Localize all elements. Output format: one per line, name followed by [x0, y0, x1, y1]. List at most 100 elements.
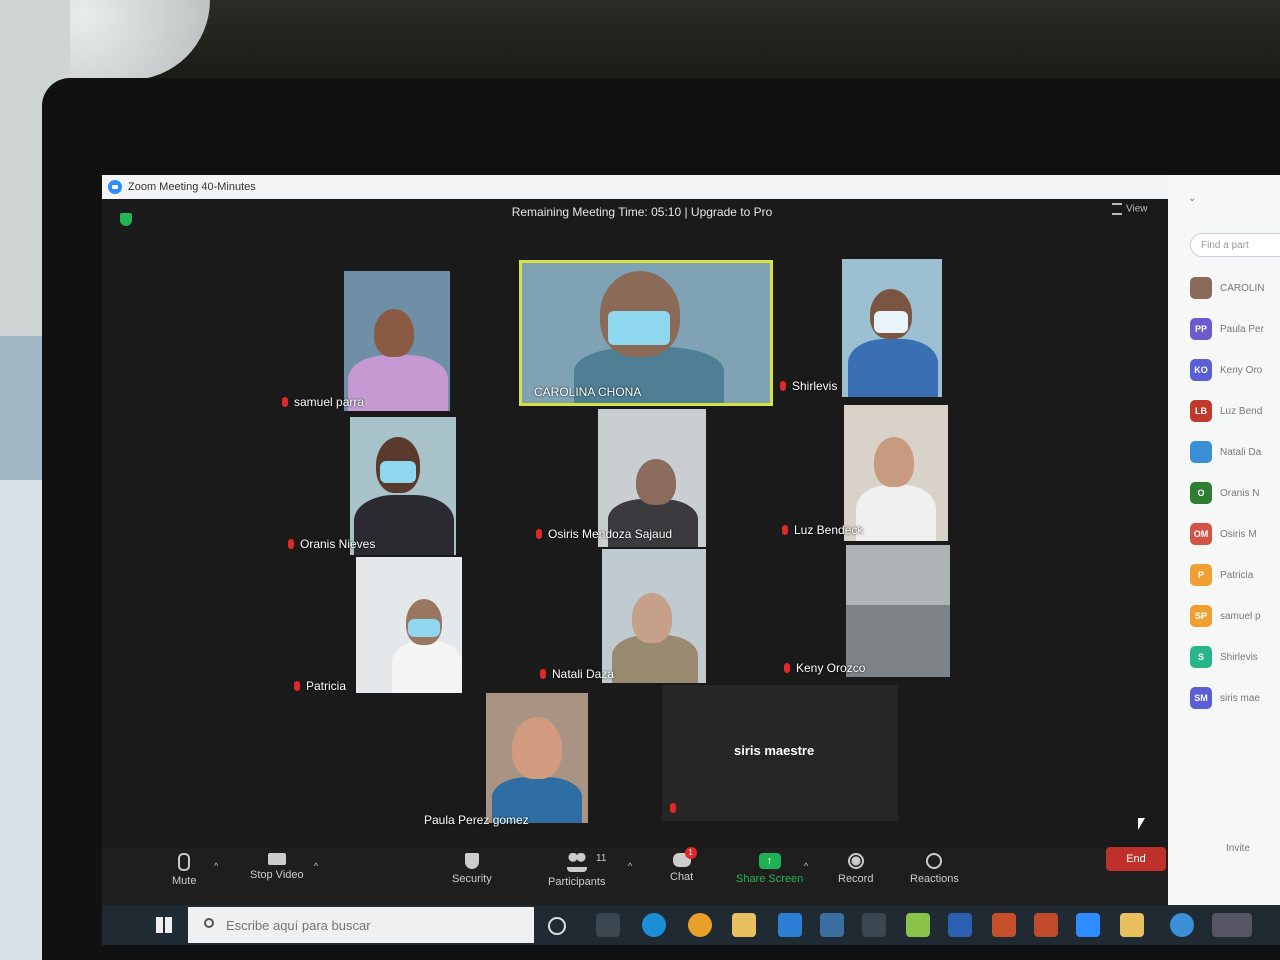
- task-view-icon[interactable]: [596, 913, 620, 937]
- grid-icon: [1112, 203, 1122, 215]
- participant-avatar: OM: [1190, 523, 1212, 545]
- participant-name: Oranis Nieves: [300, 537, 376, 551]
- participant-list-item[interactable]: OM Osiris M: [1190, 519, 1280, 549]
- microphone-icon: [178, 853, 191, 871]
- participant-list-item[interactable]: SP samuel p: [1190, 601, 1280, 631]
- edge-icon[interactable]: [642, 913, 666, 937]
- share-screen-button[interactable]: ↑ Share Screen: [736, 853, 803, 885]
- participant-avatar: PP: [1190, 318, 1212, 340]
- participants-label: Participants: [548, 876, 606, 888]
- tile-name: Keny Orozco: [784, 661, 865, 675]
- window-title: Zoom Meeting 40-Minutes: [128, 181, 256, 193]
- video-tile[interactable]: [844, 405, 948, 541]
- participant-list-item[interactable]: LB Luz Bend: [1190, 396, 1280, 426]
- participant-face: [512, 717, 562, 779]
- record-button[interactable]: Record: [838, 853, 873, 885]
- participant-body: [392, 641, 462, 693]
- participant-name: Keny Orozco: [796, 661, 866, 675]
- video-tile[interactable]: [344, 271, 450, 411]
- face-mask: [874, 311, 908, 333]
- mute-label: Mute: [172, 875, 197, 887]
- participants-panel: ⌄ Find a part CAROLIN PP Paula Per KO Keny O…: [1168, 175, 1280, 905]
- participant-list-item[interactable]: CAROLIN: [1190, 273, 1280, 303]
- participant-list-item[interactable]: O Oranis N: [1190, 478, 1280, 508]
- participant-list-name: Oranis N: [1220, 487, 1260, 499]
- security-label: Security: [452, 873, 492, 885]
- network-icon[interactable]: [1170, 913, 1194, 937]
- participant-list-item[interactable]: KO Keny Oro: [1190, 355, 1280, 385]
- windows-taskbar: [102, 905, 1280, 945]
- participant-face: [874, 437, 914, 487]
- tile-name: Natali Daza: [540, 667, 614, 681]
- participant-list-item[interactable]: S Shirlevis: [1190, 642, 1280, 672]
- face-mask: [608, 311, 670, 345]
- video-off-tile[interactable]: siris maestre: [662, 685, 898, 821]
- meeting-timer[interactable]: Remaining Meeting Time: 05:10 | Upgrade …: [402, 205, 882, 219]
- participant-avatar: LB: [1190, 400, 1212, 422]
- video-tile[interactable]: [356, 557, 462, 693]
- reactions-icon: [926, 853, 943, 869]
- app-icon[interactable]: [1034, 913, 1058, 937]
- windows-start-icon[interactable]: [156, 917, 172, 933]
- muted-mic-icon: [282, 397, 288, 407]
- active-speaker-tile[interactable]: CAROLINA CHONA: [519, 260, 773, 406]
- cortana-icon[interactable]: [548, 917, 566, 935]
- mouse-cursor-icon: [1138, 818, 1145, 830]
- tile-name: samuel parra: [282, 395, 364, 409]
- find-participant-input[interactable]: Find a part: [1190, 233, 1280, 257]
- app-icon[interactable]: [862, 913, 886, 937]
- word-icon[interactable]: [948, 913, 972, 937]
- video-tile[interactable]: [486, 693, 588, 823]
- participant-name: Paula Perez gomez: [424, 813, 529, 827]
- participant-list-item[interactable]: SM siris mae: [1190, 683, 1280, 713]
- end-meeting-button[interactable]: End: [1106, 847, 1166, 871]
- stop-video-button[interactable]: Stop Video: [250, 853, 304, 881]
- participant-avatar: P: [1190, 564, 1212, 586]
- participant-list-name: siris mae: [1220, 692, 1261, 704]
- participant-list-name: Patricia: [1220, 569, 1254, 581]
- chrome-icon[interactable]: [688, 913, 712, 937]
- participants-count: 11: [596, 853, 607, 864]
- taskbar-search-input[interactable]: [188, 907, 534, 943]
- face-mask: [380, 461, 416, 483]
- video-tile[interactable]: [350, 417, 456, 555]
- zoom-taskbar-icon[interactable]: [1076, 913, 1100, 937]
- participant-list-item[interactable]: P Patricia: [1190, 560, 1280, 590]
- participant-name: Osiris Mendoza Sajaud: [548, 527, 673, 541]
- security-button[interactable]: Security: [452, 853, 492, 885]
- dropbox-icon[interactable]: [820, 913, 844, 937]
- powerpoint-icon[interactable]: [992, 913, 1016, 937]
- chat-button[interactable]: 1 Chat: [670, 847, 697, 883]
- record-icon: [847, 853, 864, 869]
- file-explorer-icon[interactable]: [732, 913, 756, 937]
- mute-button[interactable]: Mute: [172, 853, 196, 887]
- encryption-shield-icon[interactable]: [120, 213, 132, 226]
- chevron-up-icon[interactable]: ^: [314, 861, 318, 871]
- app-icon[interactable]: [1120, 913, 1144, 937]
- video-tile[interactable]: [846, 545, 950, 677]
- video-tile[interactable]: [602, 549, 706, 683]
- participant-list-name: CAROLIN: [1220, 282, 1265, 294]
- video-tile[interactable]: [842, 259, 942, 397]
- participant-avatar: SM: [1190, 687, 1212, 709]
- shield-icon: [464, 853, 479, 869]
- participant-body: [848, 339, 938, 397]
- chevron-up-icon[interactable]: ^: [628, 861, 632, 871]
- chevron-up-icon[interactable]: ^: [804, 861, 808, 871]
- participant-list-item[interactable]: Natali Da: [1190, 437, 1280, 467]
- chevron-up-icon[interactable]: ^: [214, 861, 218, 871]
- participant-face: [632, 593, 672, 643]
- tile-name: Oranis Nieves: [288, 537, 375, 551]
- app-icon[interactable]: [906, 913, 930, 937]
- reactions-button[interactable]: Reactions: [910, 853, 959, 885]
- invite-button[interactable]: Invite: [1226, 843, 1250, 854]
- muted-mic-icon: [536, 529, 542, 539]
- participant-list-name: Osiris M: [1220, 528, 1257, 540]
- system-tray-icons[interactable]: [1212, 913, 1252, 937]
- participant-name: CAROLINA CHONA: [534, 385, 642, 399]
- tile-name: CAROLINA CHONA: [534, 385, 641, 399]
- participant-list-item[interactable]: PP Paula Per: [1190, 314, 1280, 344]
- mail-icon[interactable]: [778, 913, 802, 937]
- chevron-down-icon[interactable]: ⌄: [1188, 193, 1196, 204]
- view-button[interactable]: View: [1112, 203, 1148, 215]
